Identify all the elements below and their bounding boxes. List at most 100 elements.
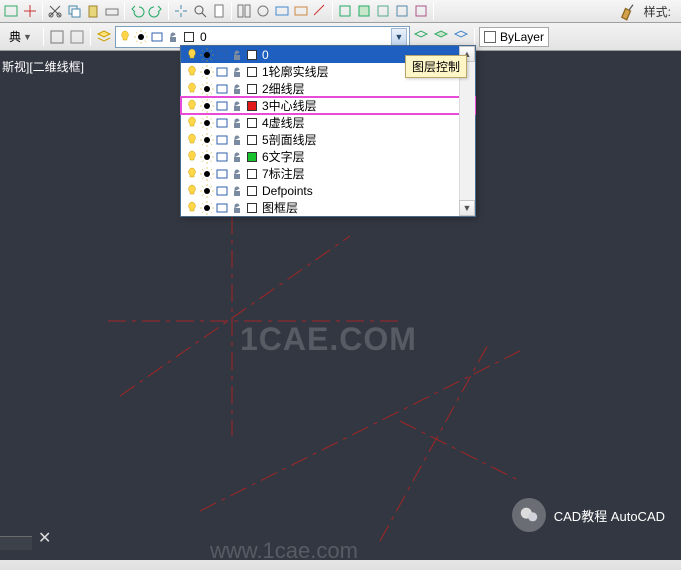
match-icon[interactable] bbox=[103, 2, 121, 20]
style-label: 样式: bbox=[644, 3, 671, 20]
style-group: 样式: bbox=[618, 2, 679, 20]
bulb-icon[interactable] bbox=[185, 48, 199, 62]
workspace-switch[interactable]: 典 ▼ bbox=[2, 26, 39, 48]
format-brush-icon[interactable] bbox=[618, 2, 638, 20]
separator bbox=[474, 28, 475, 46]
tool-icon[interactable] bbox=[374, 2, 392, 20]
sun-icon[interactable] bbox=[200, 48, 214, 62]
lock-open-icon[interactable] bbox=[230, 201, 244, 215]
viewport-icon[interactable] bbox=[215, 167, 229, 181]
scroll-down-button[interactable]: ▼ bbox=[459, 200, 475, 216]
color-swatch[interactable] bbox=[247, 101, 257, 111]
layer-tool-icon[interactable] bbox=[452, 28, 470, 46]
tool-icon[interactable] bbox=[235, 2, 253, 20]
viewport-icon[interactable] bbox=[215, 99, 229, 113]
sun-icon[interactable] bbox=[200, 184, 214, 198]
sun-icon[interactable] bbox=[200, 65, 214, 79]
viewport-icon[interactable] bbox=[215, 184, 229, 198]
color-swatch[interactable] bbox=[247, 169, 257, 179]
bulb-icon[interactable] bbox=[185, 82, 199, 96]
viewport-icon[interactable] bbox=[215, 116, 229, 130]
color-swatch[interactable] bbox=[247, 152, 257, 162]
layer-row[interactable]: 4虚线层 bbox=[181, 114, 475, 131]
tool-icon[interactable] bbox=[68, 28, 86, 46]
lock-open-icon[interactable] bbox=[230, 150, 244, 164]
undo-icon[interactable] bbox=[128, 2, 146, 20]
color-swatch[interactable] bbox=[247, 50, 257, 60]
tool-icon[interactable] bbox=[412, 2, 430, 20]
copy-icon[interactable] bbox=[65, 2, 83, 20]
tool-icon[interactable] bbox=[254, 2, 272, 20]
layer-name: 5剖面线层 bbox=[260, 131, 317, 148]
color-swatch bbox=[484, 31, 496, 43]
sun-icon[interactable] bbox=[200, 150, 214, 164]
tool-icon[interactable] bbox=[393, 2, 411, 20]
tool-icon[interactable] bbox=[311, 2, 329, 20]
redo-icon[interactable] bbox=[147, 2, 165, 20]
color-combo[interactable]: ByLayer bbox=[479, 27, 549, 47]
tool-icon[interactable] bbox=[336, 2, 354, 20]
color-swatch[interactable] bbox=[247, 203, 257, 213]
color-swatch[interactable] bbox=[247, 118, 257, 128]
lock-open-icon[interactable] bbox=[230, 167, 244, 181]
viewport-icon[interactable] bbox=[215, 150, 229, 164]
layer-row[interactable]: 2细线层 bbox=[181, 80, 475, 97]
sun-icon[interactable] bbox=[200, 99, 214, 113]
bulb-icon[interactable] bbox=[185, 184, 199, 198]
color-swatch[interactable] bbox=[247, 84, 257, 94]
layer-row[interactable]: Defpoints bbox=[181, 182, 475, 199]
sun-icon[interactable] bbox=[200, 133, 214, 147]
lock-open-icon[interactable] bbox=[230, 65, 244, 79]
sun-icon[interactable] bbox=[200, 201, 214, 215]
layer-row[interactable]: 图框层 bbox=[181, 199, 475, 216]
doc-icon[interactable] bbox=[210, 2, 228, 20]
color-label: ByLayer bbox=[500, 30, 544, 44]
bulb-icon[interactable] bbox=[185, 116, 199, 130]
viewport-icon[interactable] bbox=[215, 48, 229, 62]
dropdown-button[interactable]: ▼ bbox=[391, 28, 407, 46]
lock-open-icon[interactable] bbox=[230, 116, 244, 130]
viewport-icon[interactable] bbox=[215, 65, 229, 79]
layer-row[interactable]: 7标注层 bbox=[181, 165, 475, 182]
zoom-icon[interactable] bbox=[191, 2, 209, 20]
layer-row[interactable]: 3中心线层 bbox=[181, 97, 475, 114]
viewport-icon[interactable] bbox=[215, 201, 229, 215]
layer-manager-icon[interactable] bbox=[95, 28, 113, 46]
bulb-icon[interactable] bbox=[185, 65, 199, 79]
layer-name: 3中心线层 bbox=[260, 97, 317, 114]
lock-open-icon[interactable] bbox=[230, 133, 244, 147]
cut-icon[interactable] bbox=[46, 2, 64, 20]
tool-icon[interactable] bbox=[355, 2, 373, 20]
tool-icon[interactable] bbox=[273, 2, 291, 20]
lock-open-icon[interactable] bbox=[230, 48, 244, 62]
tool-icon[interactable] bbox=[2, 2, 20, 20]
color-swatch[interactable] bbox=[247, 67, 257, 77]
tool-icon[interactable] bbox=[48, 28, 66, 46]
lock-open-icon[interactable] bbox=[230, 99, 244, 113]
tool-icon[interactable] bbox=[292, 2, 310, 20]
bulb-icon[interactable] bbox=[185, 201, 199, 215]
layer-name: 1轮廓实线层 bbox=[260, 63, 329, 80]
pan-icon[interactable] bbox=[172, 2, 190, 20]
tool-icon[interactable] bbox=[21, 2, 39, 20]
layer-tool-icon[interactable] bbox=[432, 28, 450, 46]
color-swatch[interactable] bbox=[247, 186, 257, 196]
viewport-icon[interactable] bbox=[215, 133, 229, 147]
layer-row[interactable]: 5剖面线层 bbox=[181, 131, 475, 148]
bulb-icon[interactable] bbox=[185, 167, 199, 181]
paste-icon[interactable] bbox=[84, 2, 102, 20]
bulb-icon[interactable] bbox=[185, 150, 199, 164]
lock-open-icon[interactable] bbox=[230, 184, 244, 198]
sun-icon[interactable] bbox=[200, 116, 214, 130]
lock-open-icon[interactable] bbox=[230, 82, 244, 96]
sun-icon[interactable] bbox=[200, 167, 214, 181]
bulb-icon[interactable] bbox=[185, 133, 199, 147]
layer-name: 2细线层 bbox=[260, 80, 305, 97]
color-swatch[interactable] bbox=[247, 135, 257, 145]
sun-icon[interactable] bbox=[200, 82, 214, 96]
layer-row[interactable]: 6文字层 bbox=[181, 148, 475, 165]
layer-tool-icon[interactable] bbox=[412, 28, 430, 46]
close-icon[interactable]: ✕ bbox=[38, 528, 56, 544]
viewport-icon[interactable] bbox=[215, 82, 229, 96]
bulb-icon[interactable] bbox=[185, 99, 199, 113]
